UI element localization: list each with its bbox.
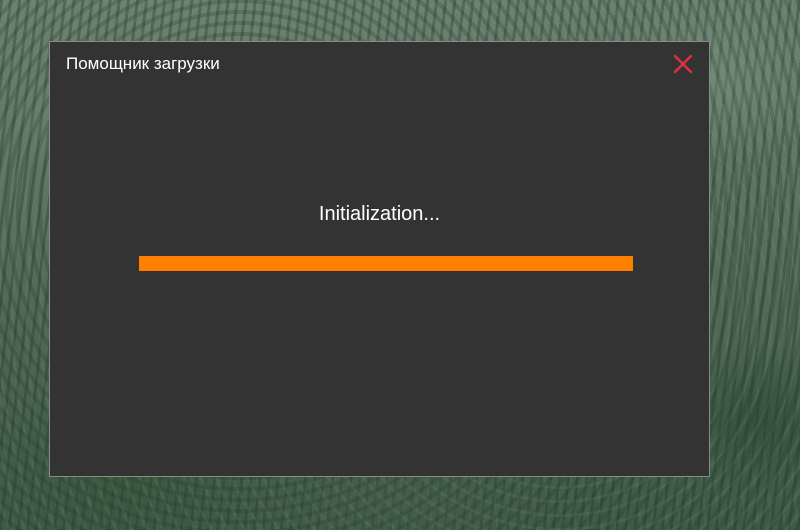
progress-bar-fill bbox=[139, 256, 633, 271]
close-icon bbox=[673, 54, 693, 74]
status-text: Initialization... bbox=[318, 203, 441, 225]
dialog-title: Помощник загрузки bbox=[66, 54, 220, 73]
close-button[interactable] bbox=[671, 52, 695, 76]
download-assistant-dialog: Помощник загрузки Initialization... bbox=[49, 41, 710, 477]
progress-bar bbox=[139, 256, 633, 271]
